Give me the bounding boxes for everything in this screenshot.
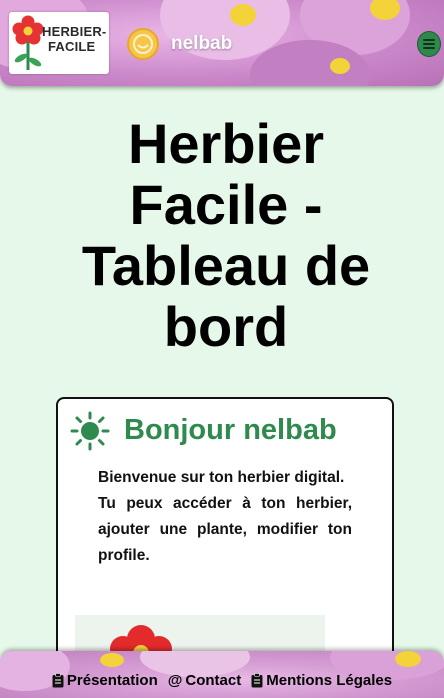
logo-text-line1: HERBIER- [42,24,107,39]
avatar-icon [133,34,153,54]
page-title-line: Facile - [129,173,323,236]
footer-link-label: Mentions Légales [266,672,393,689]
footer-bar: Présentation @ Contact Mentions Légales [0,651,444,698]
card-text: Bienvenue sur ton herbier digital. Tu pe… [98,465,352,569]
logo-text: HERBIER- FACILE [42,24,106,54]
logo-text-line2: FACILE [48,39,96,54]
footer-link-presentation[interactable]: Présentation [52,672,158,689]
page-title: Herbier Facile - Tableau de bord [0,113,444,357]
page-title-line: Herbier [127,112,325,175]
flower-center [395,651,421,667]
hamburger-icon [423,43,435,45]
footer-nav: Présentation @ Contact Mentions Légales [0,672,444,689]
footer-link-legal[interactable]: Mentions Légales [251,672,392,689]
clipboard-icon [52,673,64,688]
site-logo[interactable]: HERBIER- FACILE [9,12,109,74]
hamburger-icon [423,47,435,49]
username[interactable]: nelbab [171,33,232,55]
flower-center [230,4,256,26]
card-title: Bonjour nelbab [124,414,337,446]
clipboard-icon [251,673,263,688]
flower-center [330,58,350,74]
logo-flower-icon [12,15,44,70]
welcome-paragraph: Bienvenue sur ton herbier digital. [98,469,345,486]
sun-icon [70,411,110,451]
hamburger-icon [423,39,435,41]
flower-center [100,653,124,667]
footer-link-label: Contact [185,672,242,689]
header-bar: HERBIER- FACILE nelbab [0,0,444,86]
footer-link-contact[interactable]: @ Contact [168,672,241,689]
footer-link-label: Présentation [66,672,158,689]
page-title-line: Tableau de [81,234,371,297]
page-title-line: bord [163,295,289,358]
instructions-paragraph: Tu peux accéder à ton herbier, ajouter u… [98,495,352,564]
menu-button[interactable] [417,31,441,57]
user-avatar[interactable] [127,28,159,60]
at-icon: @ [167,672,183,689]
